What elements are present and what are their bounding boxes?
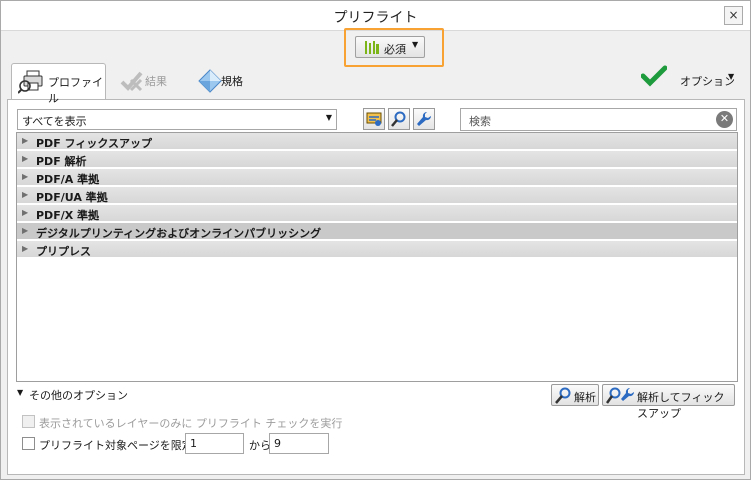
expand-arrow-icon[interactable]: ▶ [22,208,28,217]
chevron-down-icon: ▼ [325,113,332,122]
tree-item[interactable]: ▶ プリプレス [17,241,737,258]
chevron-down-icon[interactable]: ▼ [17,388,23,397]
tab-results-label: 結果 [145,75,167,88]
tree-item[interactable]: ▶ PDF/X 準拠 [17,205,737,222]
page-to-label: から [249,439,271,452]
expand-arrow-icon[interactable]: ▶ [22,172,28,181]
tab-results[interactable]: 結果 [113,63,183,99]
required-highlight: 必須 ▼ [344,28,444,67]
tree-item-label: PDF/A 準拠 [36,173,100,186]
checkmark-icon [641,65,667,87]
expand-arrow-icon[interactable]: ▶ [22,244,28,253]
magnifier-wrench-icon [606,387,635,404]
tree-item-label: プリプレス [36,245,91,258]
inspect-button[interactable] [388,108,410,130]
window-title: プリフライト [333,10,418,26]
magnifier-icon [391,111,406,127]
analyze-fixup-button[interactable]: 解析してフィックスアップ [602,384,735,420]
wrench-icon [417,111,432,126]
page-from-input[interactable]: 1 [185,433,244,454]
expand-arrow-icon[interactable]: ▶ [22,136,28,145]
page-from-value: 1 [190,437,197,450]
title-bar[interactable]: プリフライト × [1,1,750,31]
analyze-label: 解析 [574,391,596,404]
page-to-input[interactable]: 9 [269,433,329,454]
limit-pages-label: プリフライト対象ページを限定： [39,439,204,452]
tree-item-label: デジタルプリンティングおよびオンラインパブリッシング [36,227,322,240]
preflight-window: プリフライト × 必須 ▼ プロファイル 結果 規格 オプション ▼ すべてを表… [0,0,751,480]
results-icon [120,71,143,92]
search-input[interactable]: 検索 [469,113,491,129]
tab-standards-label: 規格 [221,75,243,88]
visible-layers-label: 表示されているレイヤーのみに プリフライト チェックを実行 [39,417,343,430]
visible-layers-checkbox[interactable] [22,415,35,428]
required-dropdown-button[interactable]: 必須 ▼ [355,36,425,58]
edit-profile-button[interactable] [413,108,435,130]
library-bars-icon [365,41,379,54]
analyze-button[interactable]: 解析 [551,384,599,406]
limit-pages-checkbox[interactable] [22,437,35,450]
profile-options-icon [366,112,382,126]
expand-arrow-icon[interactable]: ▶ [22,190,28,199]
tree-item-label: PDF/X 準拠 [36,209,100,222]
tree-item[interactable]: ▶ PDF/UA 準拠 [17,187,737,204]
tree-item[interactable]: ▶ デジタルプリンティングおよびオンラインパブリッシング [17,223,737,240]
tab-standards[interactable]: 規格 [191,63,261,99]
tree-item-label: PDF フィックスアップ [36,137,152,150]
chevron-down-icon: ▼ [412,40,419,49]
required-label: 必須 [384,43,406,56]
standards-icon [198,69,222,93]
tab-profile-label: プロファイル [48,76,103,105]
magnifier-icon [555,387,571,404]
profile-options-button[interactable] [363,108,385,130]
profile-icon [18,70,43,94]
tree-item[interactable]: ▶ PDF フィックスアップ [17,133,737,150]
page-to-value: 9 [274,437,281,450]
filter-select[interactable]: すべてを表示 ▼ [17,109,337,130]
profile-tree[interactable]: ▶ PDF フィックスアップ ▶ PDF 解析 ▶ PDF/A 準拠 ▶ PDF… [16,132,738,382]
filter-value: すべてを表示 [22,115,87,128]
analyze-fixup-label: 解析してフィックスアップ [637,391,725,420]
clear-search-icon[interactable]: ✕ [716,111,733,128]
expand-arrow-icon[interactable]: ▶ [22,154,28,163]
tree-item-label: PDF 解析 [36,155,87,168]
tree-item[interactable]: ▶ PDF 解析 [17,151,737,168]
tree-item[interactable]: ▶ PDF/A 準拠 [17,169,737,186]
search-box[interactable]: 検索 ✕ [460,108,737,131]
close-button[interactable]: × [724,6,743,25]
chevron-down-icon[interactable]: ▼ [728,72,734,81]
options-menu[interactable]: オプション [680,73,735,89]
expand-arrow-icon[interactable]: ▶ [22,226,28,235]
more-options-toggle[interactable]: その他のオプション [29,387,128,403]
tree-item-label: PDF/UA 準拠 [36,191,108,204]
tab-profile[interactable]: プロファイル [11,63,106,105]
